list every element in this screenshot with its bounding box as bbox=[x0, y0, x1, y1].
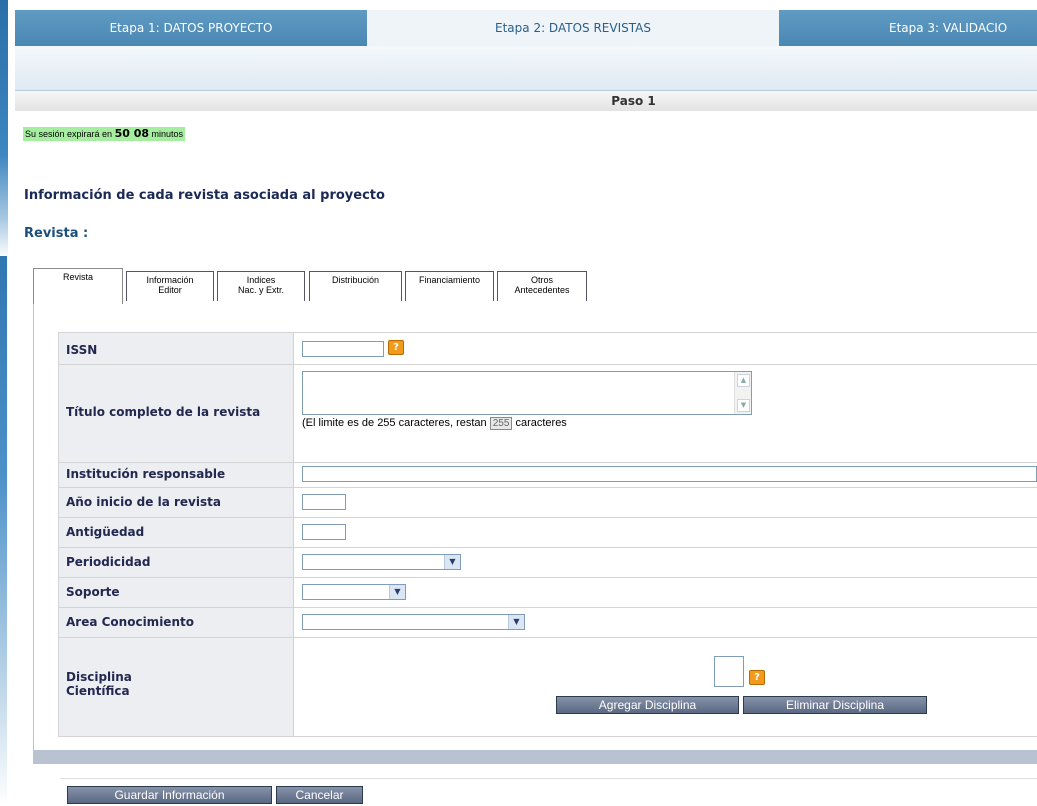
subtab-strip: Revista Información Editor Indices Nac. … bbox=[33, 268, 1037, 305]
revista-heading: Revista : bbox=[24, 226, 89, 241]
session-time: 50 08 bbox=[114, 127, 150, 140]
tab-revista[interactable]: Revista bbox=[33, 268, 123, 305]
header-band bbox=[15, 46, 1037, 91]
row-issn: ISSN ? bbox=[58, 332, 1037, 365]
row-disciplina: Disciplina Científica ? Agregar Discipli… bbox=[58, 637, 1037, 737]
value-cell: ▼ bbox=[295, 578, 1037, 608]
session-suffix: minutos bbox=[151, 129, 184, 139]
soporte-select[interactable]: ▼ bbox=[302, 584, 406, 600]
disciplina-help-icon[interactable]: ? bbox=[749, 670, 765, 685]
issn-help-icon[interactable]: ? bbox=[388, 340, 404, 355]
anio-input[interactable] bbox=[302, 494, 346, 510]
label-cell: Area Conocimiento bbox=[58, 608, 294, 638]
periodicidad-select[interactable]: ▼ bbox=[302, 554, 461, 570]
tab-stage-3[interactable]: Etapa 3: VALIDACIO bbox=[779, 10, 1037, 46]
scroll-down-icon[interactable]: ▼ bbox=[737, 399, 750, 412]
limit-prefix: (El limite es de 255 caracteres, restan bbox=[302, 417, 487, 429]
row-titulo: Título completo de la revista ▲ ▼ (El li… bbox=[58, 364, 1037, 463]
limit-suffix: caracteres bbox=[515, 417, 567, 429]
char-limit-note: (El limite es de 255 caracteres, restan … bbox=[302, 417, 567, 430]
row-anio: Año inicio de la revista bbox=[58, 487, 1037, 518]
soporte-label: Soporte bbox=[66, 585, 120, 599]
chevron-down-icon[interactable]: ▼ bbox=[444, 555, 460, 569]
tab-stage-1[interactable]: Etapa 1: DATOS PROYECTO bbox=[15, 10, 367, 46]
value-cell bbox=[295, 463, 1037, 488]
left-accent-bar bbox=[0, 0, 8, 258]
tab-otros-antecedentes[interactable]: Otros Antecedentes bbox=[497, 271, 587, 301]
chevron-down-icon[interactable]: ▼ bbox=[508, 615, 524, 629]
label-cell: Disciplina Científica bbox=[58, 638, 294, 736]
tab-line: Financiamiento bbox=[418, 275, 481, 285]
tab-line: Información bbox=[146, 275, 194, 285]
tab-stage-2[interactable]: Etapa 2: DATOS REVISTAS bbox=[367, 10, 779, 46]
remove-discipline-button[interactable]: Eliminar Disciplina bbox=[743, 696, 927, 714]
session-prefix: Su sesión expirará en bbox=[25, 129, 113, 139]
row-antiguedad: Antigüedad bbox=[58, 517, 1037, 548]
anio-label: Año inicio de la revista bbox=[66, 495, 221, 509]
label-cell: Antigüedad bbox=[58, 518, 294, 548]
disciplina-label-1: Disciplina bbox=[66, 670, 132, 684]
antiguedad-label: Antigüedad bbox=[66, 525, 145, 539]
left-accent-bar-lower bbox=[0, 256, 7, 806]
panel-bottom-bar bbox=[33, 750, 1037, 764]
tab-financiamiento[interactable]: Financiamiento bbox=[405, 271, 494, 301]
add-discipline-button[interactable]: Agregar Disciplina bbox=[556, 696, 739, 714]
textarea-scrollbar[interactable]: ▲ ▼ bbox=[734, 372, 751, 414]
session-timer: Su sesión expirará en 50 08 minutos bbox=[23, 127, 186, 141]
issn-label: ISSN bbox=[66, 343, 98, 357]
step-label: Paso 1 bbox=[611, 94, 656, 108]
value-cell: ? bbox=[295, 333, 1037, 365]
step-bar: Paso 1 bbox=[15, 91, 1037, 111]
label-cell: ISSN bbox=[58, 333, 294, 365]
row-institucion: Institución responsable bbox=[58, 462, 1037, 488]
institucion-input[interactable] bbox=[302, 466, 1037, 482]
value-cell: ▲ ▼ (El limite es de 255 caracteres, res… bbox=[295, 365, 1037, 463]
tab-indices[interactable]: Indices Nac. y Extr. bbox=[217, 271, 305, 301]
stage-tabs: Etapa 1: DATOS PROYECTO Etapa 2: DATOS R… bbox=[15, 10, 1037, 46]
row-periodicidad: Periodicidad ▼ bbox=[58, 547, 1037, 578]
tab-line: Editor bbox=[158, 285, 182, 295]
remaining-count: 255 bbox=[489, 417, 513, 430]
disciplina-label-2: Científica bbox=[66, 684, 130, 698]
row-soporte: Soporte ▼ bbox=[58, 577, 1037, 608]
institucion-label: Institución responsable bbox=[66, 467, 226, 481]
label-cell: Título completo de la revista bbox=[58, 365, 294, 463]
label-cell: Año inicio de la revista bbox=[58, 488, 294, 518]
label-cell: Soporte bbox=[58, 578, 294, 608]
tab-revista-label: Revista bbox=[62, 272, 93, 282]
value-cell: ▼ bbox=[295, 608, 1037, 638]
cancel-button[interactable]: Cancelar bbox=[276, 786, 363, 804]
titulo-textarea[interactable]: ▲ ▼ bbox=[302, 371, 752, 415]
tab-line: Indices bbox=[246, 275, 276, 285]
tab-line: Nac. y Extr. bbox=[237, 285, 284, 295]
tab-line: Otros bbox=[530, 275, 553, 285]
tab-distribucion[interactable]: Distribución bbox=[309, 271, 402, 301]
area-select[interactable]: ▼ bbox=[302, 614, 525, 630]
section-heading: Información de cada revista asociada al … bbox=[24, 188, 385, 203]
label-cell: Institución responsable bbox=[58, 463, 294, 488]
footer-divider bbox=[60, 778, 1037, 779]
tab-informacion-editor[interactable]: Información Editor bbox=[126, 271, 214, 301]
scroll-up-icon[interactable]: ▲ bbox=[737, 374, 750, 387]
issn-input[interactable] bbox=[302, 341, 384, 357]
area-label: Area Conocimiento bbox=[66, 615, 194, 629]
value-cell: ▼ bbox=[295, 548, 1037, 578]
value-cell bbox=[295, 518, 1037, 548]
label-cell: Periodicidad bbox=[58, 548, 294, 578]
save-button[interactable]: Guardar Información bbox=[67, 786, 272, 804]
row-area: Area Conocimiento ▼ bbox=[58, 607, 1037, 638]
value-cell: ? Agregar Disciplina Eliminar Disciplina bbox=[295, 638, 1037, 736]
periodicidad-label: Periodicidad bbox=[66, 555, 151, 569]
tab-line: Antecedentes bbox=[514, 285, 570, 295]
chevron-down-icon[interactable]: ▼ bbox=[389, 585, 405, 599]
titulo-label: Título completo de la revista bbox=[66, 405, 261, 419]
value-cell bbox=[295, 488, 1037, 518]
tab-line: Distribución bbox=[331, 275, 380, 285]
disciplina-box[interactable] bbox=[714, 656, 744, 687]
antiguedad-input[interactable] bbox=[302, 524, 346, 540]
